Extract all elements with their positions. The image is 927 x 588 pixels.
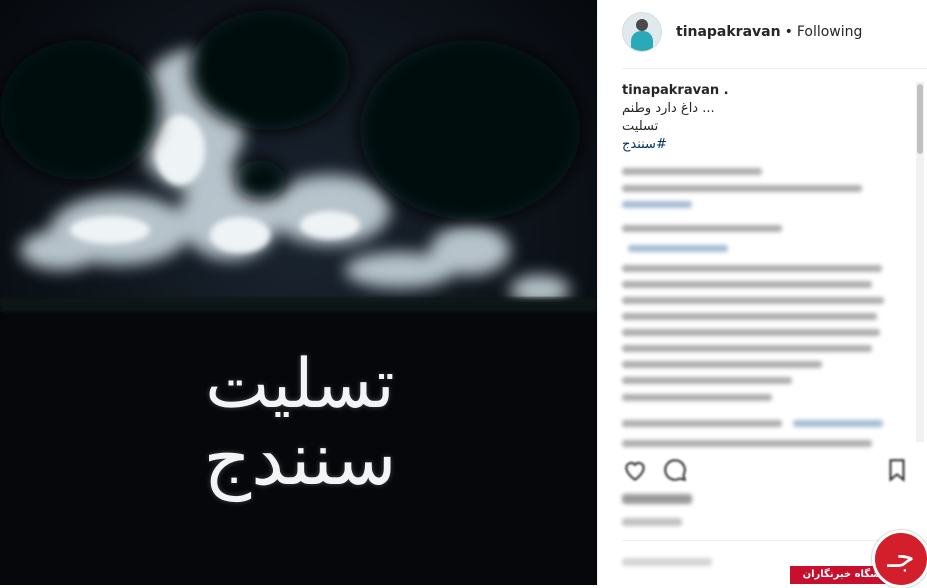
add-comment-input-blurred[interactable]	[622, 558, 712, 566]
comment-line	[622, 313, 877, 320]
post-caption: tinapakravan . ... داغ دارد وطنم تسلیت #…	[622, 82, 912, 154]
image-text-line2: سنندج	[203, 416, 397, 502]
comment-line	[622, 345, 872, 352]
image-caption-text: تسلیت سنندج	[130, 345, 470, 499]
avatar[interactable]	[622, 12, 662, 52]
scrollbar-thumb[interactable]	[917, 84, 923, 154]
header-divider	[622, 68, 927, 69]
comment-line	[622, 201, 692, 208]
image-text-line1: تسلیت	[205, 345, 395, 424]
avatar-head-shape	[636, 19, 648, 31]
comment-line	[622, 185, 862, 192]
caption-hashtag[interactable]: #سنندج	[622, 136, 912, 154]
comment-line	[628, 245, 728, 252]
comment-line	[622, 281, 872, 288]
post-side-panel: tinapakravan • Following tinapakravan . …	[597, 0, 927, 585]
news-agency-watermark: باشگاه خبرنگاران جـ	[790, 530, 927, 588]
caption-owner[interactable]: tinapakravan .	[622, 82, 912, 100]
watermark-logo-icon: جـ	[872, 530, 927, 588]
username-link[interactable]: tinapakravan	[676, 24, 781, 40]
post-actions-bar	[622, 455, 918, 487]
comment-line	[793, 420, 884, 427]
comment-line	[622, 329, 880, 336]
post-header: tinapakravan • Following	[622, 12, 862, 52]
comment-line	[622, 168, 762, 175]
header-separator: •	[784, 24, 793, 40]
caption-line-2: تسلیت	[622, 119, 659, 134]
comment-line	[622, 440, 872, 447]
likes-count-blurred[interactable]	[622, 494, 692, 504]
post-image[interactable]: تسلیت سنندج	[0, 0, 597, 585]
following-button[interactable]: Following	[797, 24, 863, 40]
comment-line	[622, 297, 884, 304]
comment-line	[622, 377, 792, 384]
heart-icon[interactable]	[622, 457, 648, 483]
comment-line	[622, 420, 782, 427]
caption-line-1: ... داغ دارد وطنم	[622, 101, 715, 116]
post-timestamp-blurred	[622, 518, 682, 526]
comments-scrollbar[interactable]	[916, 82, 924, 442]
avatar-body-shape	[631, 31, 653, 51]
comment-line	[622, 361, 822, 368]
bookmark-icon[interactable]	[884, 457, 910, 483]
comment-line	[622, 265, 882, 272]
comment-line	[622, 225, 782, 232]
comments-list-blurred	[622, 168, 892, 448]
comment-line	[622, 394, 772, 401]
comment-icon[interactable]	[662, 457, 688, 483]
